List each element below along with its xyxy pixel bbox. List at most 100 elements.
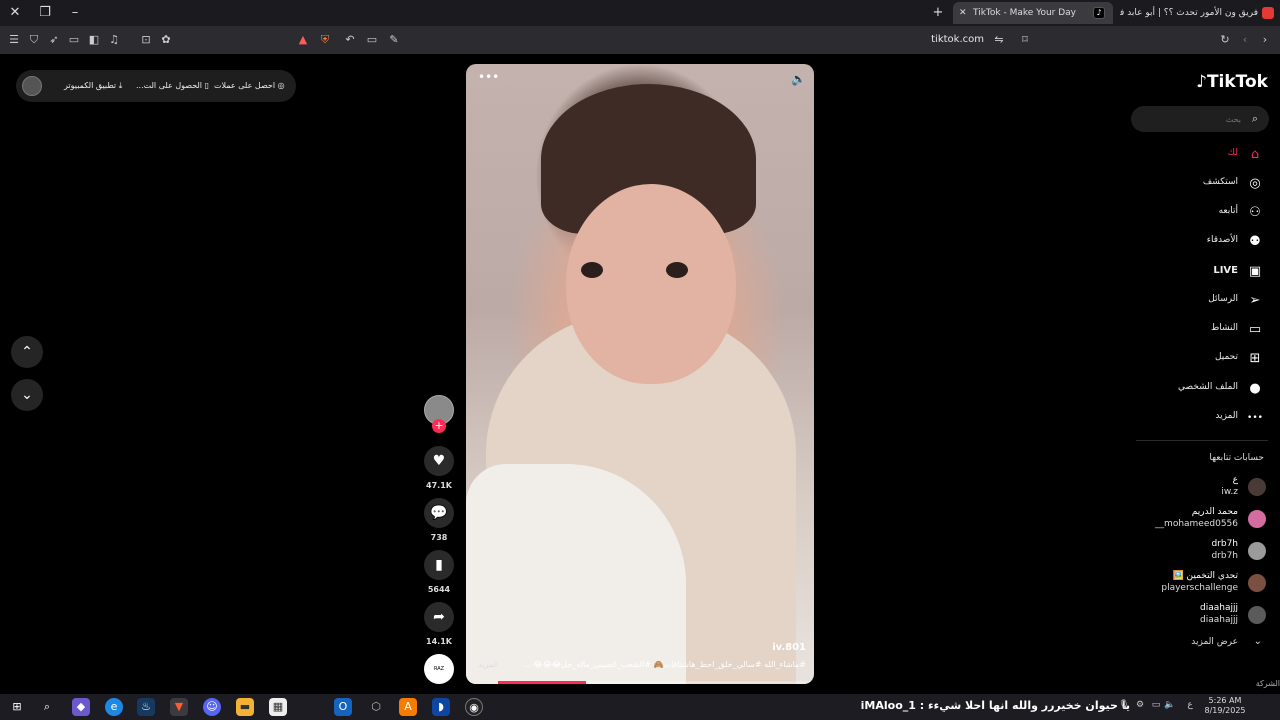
- copilot-icon[interactable]: ◆: [72, 698, 90, 716]
- tab-close-icon[interactable]: ✕: [959, 2, 967, 24]
- video-frame-eye: [581, 262, 603, 278]
- window-icon[interactable]: ▭: [364, 32, 380, 48]
- app-icon[interactable]: ⬡: [367, 698, 385, 716]
- save-button[interactable]: ▮: [424, 550, 454, 580]
- tabs-icon[interactable]: ▭: [66, 32, 82, 48]
- sidebar-item-1[interactable]: استكشف ◎: [1140, 173, 1270, 195]
- back-icon[interactable]: ‹: [1237, 32, 1253, 48]
- shield-icon[interactable]: ⛉: [26, 32, 42, 48]
- mic-icon[interactable]: 🎙: [1118, 700, 1130, 714]
- outlook-icon[interactable]: O: [334, 698, 352, 716]
- clock-date[interactable]: 8/19/2025: [1200, 706, 1250, 715]
- following-accounts-title: حسابات تتابعها: [1209, 453, 1264, 463]
- video-progress-bar[interactable]: [498, 681, 814, 684]
- brave-icon[interactable]: ▼: [170, 698, 188, 716]
- extensions-icon[interactable]: ✿: [158, 32, 174, 48]
- reload-icon[interactable]: ↻: [1217, 32, 1233, 48]
- search-icon[interactable]: ⌕: [1247, 111, 1263, 127]
- following-account[interactable]: محمد الدريم __mohameed0556: [1140, 506, 1270, 534]
- brave-shields-icon[interactable]: ⛨: [317, 32, 333, 48]
- comment-button[interactable]: 💬: [424, 498, 454, 528]
- store-icon[interactable]: ▦: [269, 698, 287, 716]
- sidebar-item-5[interactable]: الرسائل ➢: [1140, 290, 1270, 312]
- following-account[interactable]: diaahajjj diaahajjj: [1140, 602, 1270, 630]
- following-account[interactable]: تحدي التخمين 🖼️ playerschallenge: [1140, 570, 1270, 598]
- video-player[interactable]: ••• 🔈 iv.801 #ماشاء_الله #سالي_خلق_احط_ه…: [466, 64, 814, 684]
- address-bar[interactable]: tiktok.com: [900, 32, 984, 48]
- search-input[interactable]: [1141, 111, 1241, 127]
- tray-app-icon[interactable]: ⚙: [1134, 700, 1146, 714]
- browser-titlebar: ✕ ❐ – + ✕ TikTok - Make Your Day ♪ فريق …: [0, 0, 1280, 26]
- brave-rewards-icon[interactable]: ▲: [295, 32, 311, 48]
- following-account[interactable]: drb7h drb7h: [1140, 538, 1270, 566]
- account-name: diaahajjj: [1200, 603, 1238, 613]
- avatar[interactable]: [22, 76, 42, 96]
- video-author[interactable]: iv.801: [772, 642, 806, 653]
- obs-icon[interactable]: ◉: [465, 698, 483, 716]
- network-icon[interactable]: ▭: [1150, 700, 1162, 714]
- following-icon: ⚇: [1249, 205, 1261, 220]
- clock-time[interactable]: 5:26 AM: [1200, 696, 1250, 705]
- sidebar-item-label: الرسائل: [1208, 294, 1238, 304]
- search-icon[interactable]: ⌕: [38, 698, 56, 716]
- new-tab-icon[interactable]: +: [929, 4, 947, 22]
- desktop-app-link[interactable]: ⤓ تطبيق الكمبيوتر: [64, 79, 122, 93]
- pen-icon[interactable]: ✎: [386, 32, 402, 48]
- sidebar-item-label: الملف الشخصي: [1178, 382, 1238, 392]
- tab-title: فريق ون الأمور تحدث ؟؟ | أبو عابد في: [1120, 8, 1258, 18]
- tiktok-favicon-icon: ♪: [1093, 7, 1105, 19]
- bookmark-icon[interactable]: ⌑: [1017, 32, 1033, 48]
- follow-plus-icon[interactable]: +: [432, 419, 446, 433]
- close-window-icon[interactable]: ✕: [6, 4, 24, 22]
- file-explorer-icon[interactable]: ▬: [236, 698, 254, 716]
- sidebar-item-9[interactable]: المزيد •••: [1140, 407, 1270, 429]
- bookmark-icon: ▮: [435, 557, 443, 573]
- minimize-window-icon[interactable]: –: [66, 4, 84, 22]
- account-name: ع: [1232, 475, 1238, 485]
- next-video-button[interactable]: ⌄: [11, 379, 43, 411]
- screenshot-icon[interactable]: ⊡: [138, 32, 154, 48]
- music-disc[interactable]: RAZ: [424, 654, 454, 684]
- like-button[interactable]: ♥: [424, 446, 454, 476]
- company-link[interactable]: الشركة: [1256, 679, 1280, 688]
- volume-icon[interactable]: 🔈: [1164, 700, 1176, 714]
- share-button[interactable]: ➦: [424, 602, 454, 632]
- sidebar-item-4[interactable]: LIVE ▣: [1140, 261, 1270, 283]
- rocket-icon[interactable]: ➶: [46, 32, 62, 48]
- sidebar-item-3[interactable]: الأصدقاء ⚉: [1140, 231, 1270, 253]
- caption-more-link[interactable]: المزيد: [478, 660, 498, 669]
- sidebar-item-2[interactable]: أتابعه ⚇: [1140, 202, 1270, 224]
- restore-window-icon[interactable]: ❐: [36, 4, 54, 22]
- chevron-down-icon: ⌄: [1253, 636, 1262, 647]
- divider: [1136, 440, 1268, 441]
- sidebar-item-6[interactable]: النشاط ▭: [1140, 319, 1270, 341]
- site-settings-icon[interactable]: ⇋: [991, 32, 1007, 48]
- tab-youtube[interactable]: فريق ون الأمور تحدث ؟؟ | أبو عابد في: [1120, 2, 1280, 24]
- tab-tiktok[interactable]: ✕ TikTok - Make Your Day ♪: [953, 2, 1113, 24]
- windows-start-icon[interactable]: ⊞: [8, 698, 26, 716]
- back-history-icon[interactable]: ↶: [342, 32, 358, 48]
- language-icon[interactable]: ع: [1184, 700, 1196, 714]
- forward-icon[interactable]: ›: [1257, 32, 1273, 48]
- tiktok-logo[interactable]: ♪TikTok: [1184, 72, 1268, 94]
- music-icon[interactable]: ♫: [106, 32, 122, 48]
- sidebar-item-0[interactable]: لك ⌂: [1140, 144, 1270, 166]
- a-app-icon[interactable]: A: [399, 698, 417, 716]
- see-more-button[interactable]: عرض المزيد ⌄: [1140, 636, 1270, 652]
- blue-app-icon[interactable]: ◗: [432, 698, 450, 716]
- following-account[interactable]: ع iw.z: [1140, 474, 1270, 502]
- volume-icon[interactable]: 🔈: [791, 72, 806, 86]
- sidebar-item-7[interactable]: تحميل ⊞: [1140, 348, 1270, 370]
- get-coins-link[interactable]: ◎ احصل على عملات: [214, 79, 285, 93]
- more-icon: •••: [1247, 413, 1263, 423]
- edge-icon[interactable]: e: [105, 698, 123, 716]
- sidebar-item-8[interactable]: الملف الشخصي ●: [1140, 378, 1270, 400]
- menu-icon[interactable]: ☰: [6, 32, 22, 48]
- messages-icon: ➢: [1249, 293, 1261, 308]
- steam-icon[interactable]: ♨: [137, 698, 155, 716]
- previous-video-button[interactable]: ⌃: [11, 336, 43, 368]
- sidebar-icon[interactable]: ◧: [86, 32, 102, 48]
- more-options-icon[interactable]: •••: [478, 70, 499, 84]
- discord-icon[interactable]: ☺: [203, 698, 221, 716]
- get-app-link[interactable]: ▯ الحصول على الت...: [136, 79, 209, 93]
